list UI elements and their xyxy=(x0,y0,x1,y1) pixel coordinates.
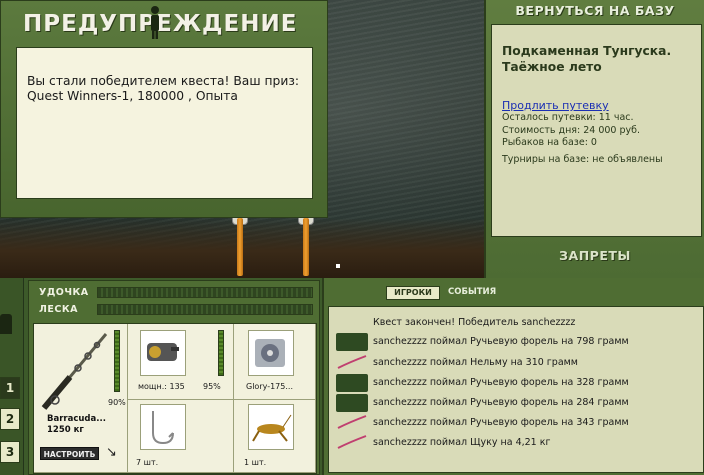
event-text: sanchezzzz поймал Ручьевую форель на 343… xyxy=(373,417,629,428)
reel-condition-bar xyxy=(218,330,224,376)
rod-gauge: УДОЧКА xyxy=(29,286,321,300)
hook-icon xyxy=(140,404,186,450)
line-gauge: ЛЕСКА xyxy=(29,303,321,317)
list-item: sanchezzzz поймал Ручьевую форель на 343… xyxy=(329,413,704,433)
bans-button[interactable]: ЗАПРЕТЫ xyxy=(486,248,704,263)
rod-stand-left[interactable] xyxy=(237,218,243,276)
tackle-panel: УДОЧКА ЛЕСКА 90% Barracuda... 1250 кг НА… xyxy=(28,280,320,475)
fishing-line-icon xyxy=(337,435,367,449)
fishing-line-icon xyxy=(248,330,294,376)
rod-name: Barracuda... 1250 кг xyxy=(47,414,106,436)
rod-model: Barracuda... xyxy=(47,414,106,424)
rod-max-weight: 1250 кг xyxy=(47,425,84,435)
rod-condition-bar xyxy=(114,330,120,392)
list-item: sanchezzzz поймал Ручьевую форель на 798… xyxy=(329,332,704,352)
setup-button[interactable]: НАСТРОИТЬ xyxy=(40,447,99,460)
fish-icon xyxy=(336,374,368,392)
event-text: Квест закончен! Победитель sanchezzzz xyxy=(373,317,576,328)
day-cost: Стоимость дня: 24 000 руб. xyxy=(502,124,641,136)
event-text: sanchezzzz поймал Нельму на 310 грамм xyxy=(373,357,578,368)
rod-slot-1[interactable]: 1 xyxy=(0,377,20,399)
line-cell[interactable]: Glory-175... xyxy=(234,324,316,400)
list-item: Квест закончен! Победитель sanchezzzz xyxy=(329,313,704,333)
rod-percent: 90% xyxy=(108,398,126,407)
list-item: sanchezzzz поймал Ручьевую форель на 328… xyxy=(329,373,704,393)
list-item: sanchezzzz поймал Щуку на 4,21 кг xyxy=(329,433,704,453)
tackle-grid: 90% Barracuda... 1250 кг НАСТРОИТЬ ↘ мощ… xyxy=(33,323,317,474)
base-name: Подкаменная Тунгуска. Таёжное лето xyxy=(502,44,672,74)
reel-power: мощн.: 135 xyxy=(138,382,185,391)
rod-gauge-label: УДОЧКА xyxy=(39,287,89,298)
line-name: Glory-175... xyxy=(246,382,293,391)
bait-count: 1 шт. xyxy=(244,458,267,467)
base-info: Подкаменная Тунгуска. Таёжное лето Продл… xyxy=(491,24,702,237)
fishing-line-icon xyxy=(337,415,367,429)
float-marker xyxy=(336,264,340,268)
event-text: sanchezzzz поймал Ручьевую форель на 328… xyxy=(373,377,629,388)
event-text: sanchezzzz поймал Ручьевую форель на 798… xyxy=(373,336,629,347)
base-panel: ВЕРНУТЬСЯ НА БАЗУ Подкаменная Тунгуска. … xyxy=(484,0,704,278)
slot-strip: 1 2 3 xyxy=(0,278,24,475)
fish-icon xyxy=(336,333,368,351)
expand-arrow-icon[interactable]: ↘ xyxy=(106,445,117,460)
event-text: sanchezzzz поймал Ручьевую форель на 284… xyxy=(373,397,629,408)
line-gauge-label: ЛЕСКА xyxy=(39,304,78,315)
event-text: sanchezzzz поймал Щуку на 4,21 кг xyxy=(373,437,551,448)
rod-stand-right[interactable] xyxy=(303,218,309,276)
warning-message: Вы стали победителем квеста! Ваш приз: Q… xyxy=(16,47,313,199)
event-list: Квест закончен! Победитель sanchezzzz sa… xyxy=(328,306,704,473)
person-icon xyxy=(0,314,12,334)
list-item: sanchezzzz поймал Ручьевую форель на 284… xyxy=(329,393,704,413)
rod-slot-3[interactable]: 3 xyxy=(0,441,20,463)
tournaments-status: Турниры на базе: не объявлены xyxy=(502,153,663,165)
list-item: sanchezzzz поймал Нельму на 310 грамм xyxy=(329,353,704,373)
hook-cell[interactable]: 7 шт. xyxy=(128,400,234,473)
hook-count: 7 шт. xyxy=(136,458,159,467)
tab-events[interactable]: СОБЫТИЯ xyxy=(448,287,496,297)
fishers-count: Рыбаков на базе: 0 xyxy=(502,137,597,148)
fisherman-icon xyxy=(151,6,159,39)
fishing-line-icon xyxy=(337,355,367,369)
warning-dialog: ПРЕДУПРЕЖДЕНИЕ Вы стали победителем квес… xyxy=(0,0,328,218)
line-tension-bar xyxy=(97,304,313,315)
fish-icon xyxy=(336,394,368,412)
extend-trip-link[interactable]: Продлить путевку xyxy=(502,99,691,112)
grasshopper-icon xyxy=(248,404,294,450)
rod-tension-bar xyxy=(97,287,313,298)
reel-icon xyxy=(140,330,186,376)
rod-icon xyxy=(41,333,108,410)
return-to-base-button[interactable]: ВЕРНУТЬСЯ НА БАЗУ xyxy=(486,0,704,22)
reel-cell[interactable]: мощн.: 135 95% xyxy=(128,324,234,400)
rod-cell[interactable]: 90% Barracuda... 1250 кг НАСТРОИТЬ ↘ xyxy=(34,324,128,473)
reel-percent: 95% xyxy=(203,382,221,391)
rod-slot-2[interactable]: 2 xyxy=(0,408,20,430)
bait-cell[interactable]: 1 шт. xyxy=(234,400,316,473)
trip-remaining: Осталось путевки: 11 час. xyxy=(502,112,634,123)
tab-players[interactable]: ИГРОКИ xyxy=(386,286,440,300)
events-panel: ИГРОКИ СОБЫТИЯ Квест закончен! Победител… xyxy=(322,278,704,475)
